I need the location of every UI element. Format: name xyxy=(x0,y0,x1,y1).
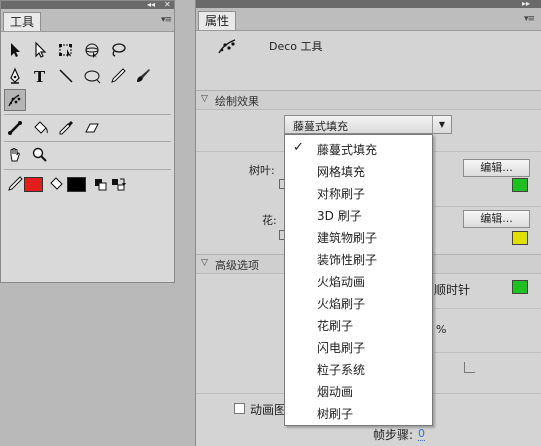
divider xyxy=(434,206,541,207)
tools-panel-titlebar[interactable]: ◂◂ ✕ xyxy=(1,0,174,9)
tab-tools[interactable]: 工具 xyxy=(3,12,42,31)
effect-dropdown-list: ✓ 藤蔓式填充网格填充对称刷子 3D 刷子建筑物刷子装饰性刷子火焰动画火焰刷子花刷子… xyxy=(284,134,433,426)
hand-tool-icon[interactable] xyxy=(4,144,26,166)
paint-bucket-tool-icon[interactable] xyxy=(29,117,51,139)
properties-tab-row: 属性 ▾≡ xyxy=(196,8,541,31)
dropdown-option[interactable]: 装饰性刷子 xyxy=(285,248,432,270)
oval-tool-icon[interactable] xyxy=(81,65,103,87)
dropdown-option[interactable]: 闪电刷子 xyxy=(285,336,432,358)
dropdown-option[interactable]: 花刷子 xyxy=(285,314,432,336)
tools-divider xyxy=(4,114,171,115)
divider xyxy=(434,308,541,309)
dropdown-option-label: 火焰动画 xyxy=(317,275,366,289)
subselection-tool-icon[interactable] xyxy=(29,39,51,61)
frame-step-label: 帧步骤: xyxy=(373,428,414,442)
dropdown-option[interactable]: ✓ 藤蔓式填充 xyxy=(285,138,432,160)
pencil-tool-icon[interactable] xyxy=(107,65,129,87)
bone-tool-icon[interactable] xyxy=(4,117,26,139)
divider xyxy=(434,352,541,353)
fill-color-swatch[interactable] xyxy=(67,177,86,192)
animate-checkbox[interactable] xyxy=(234,403,245,414)
dropdown-option[interactable]: 火焰刷子 xyxy=(285,292,432,314)
tools-divider xyxy=(4,169,171,170)
dropdown-option[interactable]: 烟动画 xyxy=(285,380,432,402)
dropdown-option-label: 建筑物刷子 xyxy=(317,231,378,245)
section-label: 高级选项 xyxy=(215,259,259,272)
stroke-color-icon xyxy=(4,173,26,195)
panel-menu-icon[interactable]: ▾≡ xyxy=(524,14,535,24)
dropdown-option[interactable]: 对称刷子 xyxy=(285,182,432,204)
dropdown-option-label: 对称刷子 xyxy=(317,187,366,201)
section-label: 绘制效果 xyxy=(215,95,259,108)
section-header-effect[interactable]: ▽ 绘制效果 xyxy=(196,90,541,110)
effect-select-value: 藤蔓式填充 xyxy=(293,120,348,133)
dropdown-option-label: 装饰性刷子 xyxy=(317,253,378,267)
pen-tool-icon[interactable] xyxy=(4,65,26,87)
dropdown-option-label: 烟动画 xyxy=(317,385,354,399)
deco-tool-icon[interactable] xyxy=(4,89,26,111)
leaf-edit-button[interactable]: 编辑... xyxy=(463,159,530,177)
dropdown-option-label: 藤蔓式填充 xyxy=(317,143,378,157)
animate-label: 动画图 xyxy=(250,403,287,417)
properties-panel-titlebar[interactable]: ▸▸ xyxy=(196,0,541,8)
dropdown-option-label: 闪电刷子 xyxy=(317,341,366,355)
check-icon: ✓ xyxy=(293,140,304,155)
svg-text:T: T xyxy=(34,68,46,85)
collapse-icon[interactable]: ◂◂ xyxy=(147,0,155,9)
dropdown-option-label: 树刷子 xyxy=(317,407,354,421)
lasso-tool-icon[interactable] xyxy=(107,39,129,61)
flower-label: 花: xyxy=(262,214,277,227)
eraser-tool-icon[interactable] xyxy=(81,117,103,139)
zoom-tool-icon[interactable] xyxy=(29,144,51,166)
dropdown-option[interactable]: 3D 刷子 xyxy=(285,204,432,226)
eyedropper-tool-icon[interactable] xyxy=(55,117,77,139)
percent-label: % xyxy=(436,323,447,336)
dropdown-option-label: 3D 刷子 xyxy=(317,209,362,223)
dropdown-option-label: 网格填充 xyxy=(317,165,366,179)
flower-edit-button[interactable]: 编辑... xyxy=(463,210,530,228)
dropdown-option-label: 粒子系统 xyxy=(317,363,366,377)
collapse-icon[interactable]: ▸▸ xyxy=(522,0,530,8)
tools-divider xyxy=(4,141,171,142)
dropdown-option-label: 火焰刷子 xyxy=(317,297,366,311)
collapse-triangle-icon: ▽ xyxy=(201,94,208,104)
free-transform-tool-icon[interactable] xyxy=(55,39,77,61)
effect-select[interactable]: 藤蔓式填充 ▼ xyxy=(284,115,452,134)
dropdown-option[interactable]: 树刷子 xyxy=(285,402,432,424)
resize-corner xyxy=(464,362,475,373)
flower-color-swatch[interactable] xyxy=(512,231,528,245)
leaf-color-swatch[interactable] xyxy=(512,178,528,192)
tool-name: Deco 工具 xyxy=(269,40,323,53)
tools-tab-row: 工具 ▾≡ xyxy=(1,9,174,32)
dropdown-option[interactable]: 火焰动画 xyxy=(285,270,432,292)
tools-panel: ◂◂ ✕ 工具 ▾≡ T xyxy=(0,0,175,283)
close-icon[interactable]: ✕ xyxy=(164,0,171,9)
leaf-label: 树叶: xyxy=(249,164,275,177)
frame-step-value[interactable]: 0 xyxy=(418,427,425,441)
line-tool-icon[interactable] xyxy=(55,65,77,87)
panel-menu-icon[interactable]: ▾≡ xyxy=(161,15,172,25)
advanced-color-swatch[interactable] xyxy=(512,280,528,294)
chevron-down-icon: ▼ xyxy=(432,116,451,133)
fill-color-icon xyxy=(45,173,67,195)
brush-tool-icon[interactable] xyxy=(132,65,154,87)
swap-colors-icon[interactable] xyxy=(107,173,129,195)
tab-properties[interactable]: 属性 xyxy=(198,11,237,30)
selection-tool-icon[interactable] xyxy=(4,39,26,61)
dropdown-option[interactable]: 粒子系统 xyxy=(285,358,432,380)
collapse-triangle-icon: ▽ xyxy=(201,258,208,268)
dropdown-option[interactable]: 网格填充 xyxy=(285,160,432,182)
dropdown-option-label: 花刷子 xyxy=(317,319,354,333)
clockwise-label: 顺时针 xyxy=(434,283,471,297)
3d-rotation-tool-icon[interactable] xyxy=(81,39,103,61)
text-tool-icon[interactable]: T xyxy=(29,65,51,87)
dropdown-option[interactable]: 建筑物刷子 xyxy=(285,226,432,248)
stroke-color-swatch[interactable] xyxy=(24,177,43,192)
deco-tool-icon xyxy=(216,36,240,56)
